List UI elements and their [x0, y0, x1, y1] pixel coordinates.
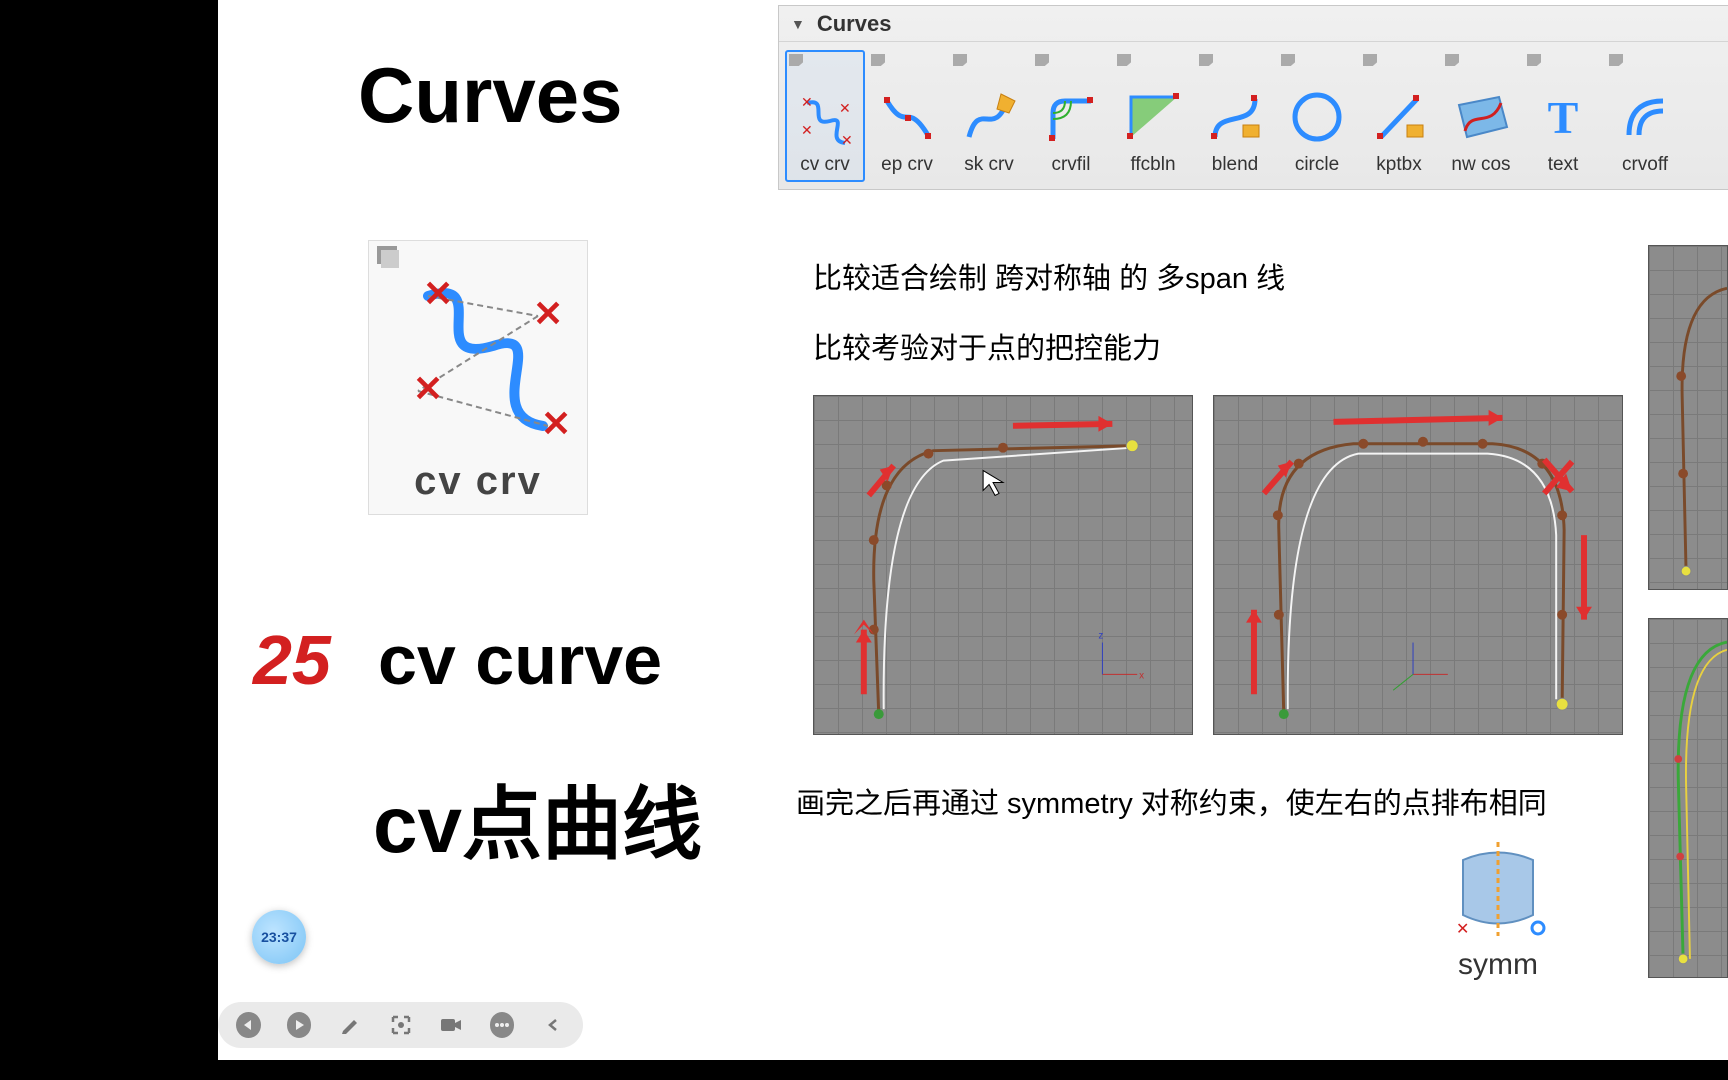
tool-blend[interactable]: blend [1195, 50, 1275, 182]
svg-text:T: T [1548, 92, 1579, 143]
page-title: Curves [358, 50, 622, 141]
tool-corner-icon [871, 54, 885, 66]
toolbar-title: Curves [817, 11, 892, 37]
tool-crvfil[interactable]: crvfil [1031, 50, 1111, 182]
play-icon [293, 1019, 305, 1031]
tool-corner-icon [789, 54, 803, 66]
curve-example-1: x z [813, 395, 1193, 735]
tool-label: crvoff [1622, 154, 1668, 176]
svg-text:✕: ✕ [801, 122, 813, 138]
player-controls-bar [218, 1002, 583, 1048]
svg-text:✕: ✕ [839, 100, 851, 116]
focus-icon [390, 1014, 412, 1036]
tool-label: nw cos [1451, 154, 1510, 176]
prev-icon [242, 1019, 254, 1031]
svg-text:x: x [1139, 670, 1144, 681]
clock-time: 23:37 [261, 929, 297, 945]
big-icon-label: cv crv [414, 459, 542, 504]
description-line-3: 画完之后再通过 symmetry 对称约束，使左右的点排布相同 [796, 780, 1547, 822]
crvfil-icon [1040, 86, 1102, 148]
prev-button[interactable] [236, 1012, 261, 1038]
big-tool-icon: ✕ ✕ ✕ ✕ cv crv [368, 240, 588, 515]
svg-text:✕: ✕ [1456, 921, 1469, 938]
tool-nw-cos[interactable]: nw cos [1441, 50, 1521, 182]
cv-crv-icon: ✕ ✕ ✕ ✕ [794, 86, 856, 148]
play-button[interactable] [287, 1012, 312, 1038]
camera-button[interactable] [439, 1012, 464, 1038]
tool-corner-icon [1035, 54, 1049, 66]
text-icon: T [1532, 86, 1594, 148]
kptbx-icon [1368, 86, 1430, 148]
chevron-left-icon [547, 1018, 559, 1032]
svg-text:✕: ✕ [541, 403, 571, 444]
bottom-black-bar [0, 1060, 1728, 1080]
topic-number: 25 [253, 620, 331, 700]
crvoff-icon [1614, 86, 1676, 148]
tool-corner-icon [1609, 54, 1623, 66]
symm-label: symm [1458, 948, 1538, 982]
curve-example-2 [1213, 395, 1623, 735]
tool-label: ffcbln [1130, 154, 1175, 176]
tool-corner-icon [953, 54, 967, 66]
tool-corner-icon [1281, 54, 1295, 66]
clock-widget[interactable]: 23:37 [252, 910, 306, 964]
symm-icon: ✕ [1448, 840, 1548, 940]
collapse-triangle-icon[interactable]: ▼ [791, 16, 805, 32]
tool-corner-icon [1117, 54, 1131, 66]
tool-sk-crv[interactable]: sk crv [949, 50, 1029, 182]
more-icon [494, 1022, 510, 1028]
svg-text:✕: ✕ [801, 94, 813, 110]
symm-tool-icon: ✕ symm [1443, 840, 1553, 982]
tool-kptbx[interactable]: kptbx [1359, 50, 1439, 182]
blend-icon [1204, 86, 1266, 148]
tool-text[interactable]: T text [1523, 50, 1603, 182]
tool-label: text [1548, 154, 1579, 176]
toolbar-buttons-row: ✕ ✕ ✕ ✕ cv crv ep crv sk crv [779, 42, 1728, 190]
ep-crv-icon [876, 86, 938, 148]
tool-corner-icon [1527, 54, 1541, 66]
description-line-2: 比较考验对于点的把控能力 [813, 325, 1161, 367]
slide-content: Curves ✕ ✕ ✕ ✕ cv crv 25 cv curve cv点曲线 … [218, 0, 1728, 1080]
tool-corner-icon [1363, 54, 1377, 66]
svg-text:✕: ✕ [423, 273, 453, 314]
more-button[interactable] [490, 1012, 515, 1038]
tool-label: circle [1295, 154, 1339, 176]
tool-label: ep crv [881, 154, 933, 176]
tool-ep-crv[interactable]: ep crv [867, 50, 947, 182]
tool-cv-crv[interactable]: ✕ ✕ ✕ ✕ cv crv [785, 50, 865, 182]
left-black-bar [0, 0, 218, 1080]
tool-circle[interactable]: circle [1277, 50, 1357, 182]
camera-icon [439, 1015, 463, 1035]
curves-toolbar-panel: ▼ Curves ✕ ✕ ✕ ✕ cv crv ep crv [778, 5, 1728, 190]
pencil-icon [339, 1014, 361, 1036]
topic-name-en: cv curve [378, 620, 662, 700]
tool-corner-icon [1445, 54, 1459, 66]
tool-label: kptbx [1376, 154, 1421, 176]
tool-label: crvfil [1051, 154, 1090, 176]
toolbar-header[interactable]: ▼ Curves [779, 6, 1728, 42]
svg-text:✕: ✕ [413, 368, 443, 409]
focus-button[interactable] [388, 1012, 413, 1038]
icon-corner-marker [377, 246, 401, 270]
tool-ffcbln[interactable]: ffcbln [1113, 50, 1193, 182]
tool-label: blend [1212, 154, 1259, 176]
svg-text:✕: ✕ [841, 132, 853, 145]
svg-text:✕: ✕ [533, 293, 563, 334]
cv-crv-big-icon: ✕ ✕ ✕ ✕ [383, 251, 573, 451]
topic-name-ch: cv点曲线 [373, 760, 702, 876]
collapse-button[interactable] [540, 1012, 565, 1038]
description-line-1: 比较适合绘制 跨对称轴 的 多span 线 [813, 255, 1285, 297]
curve-example-3-partial [1648, 245, 1728, 590]
nw-cos-icon [1450, 86, 1512, 148]
tool-label: sk crv [964, 154, 1014, 176]
edit-button[interactable] [337, 1012, 362, 1038]
circle-icon [1286, 86, 1348, 148]
tool-label: cv crv [800, 154, 850, 176]
svg-text:z: z [1098, 631, 1103, 642]
tool-corner-icon [1199, 54, 1213, 66]
sk-crv-icon [958, 86, 1020, 148]
tool-crvoff[interactable]: crvoff [1605, 50, 1685, 182]
ffcbln-icon [1122, 86, 1184, 148]
curve-example-4-partial [1648, 618, 1728, 978]
